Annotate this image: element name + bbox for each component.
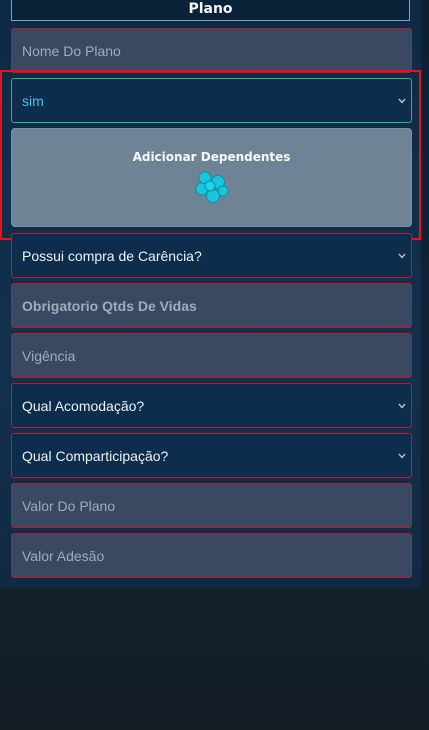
users-group-icon [194, 170, 230, 209]
plan-value-input[interactable]: Valor Do Plano [11, 483, 412, 528]
chevron-down-icon [397, 401, 407, 411]
accommodation-select[interactable]: Qual Acomodação? [11, 383, 412, 428]
membership-value-placeholder: Valor Adesão [22, 547, 105, 564]
dependents-select[interactable]: sim [11, 78, 412, 123]
validity-input[interactable]: Vigência [11, 333, 412, 378]
copay-select[interactable]: Qual Comparticipação? [11, 433, 412, 478]
grace-purchase-select[interactable]: Possui compra de Carência? [11, 233, 412, 278]
plan-name-input[interactable]: Nome Do Plano [11, 28, 412, 73]
plan-value-placeholder: Valor Do Plano [22, 497, 116, 514]
form-title: Plano [11, 0, 410, 21]
chevron-down-icon [397, 451, 407, 461]
grace-purchase-label: Possui compra de Carência? [22, 247, 202, 264]
plan-name-placeholder: Nome Do Plano [22, 42, 121, 59]
dependents-select-value: sim [22, 92, 44, 109]
chevron-down-icon [397, 251, 407, 261]
required-lives-input[interactable]: Obrigatorio Qtds De Vidas [11, 283, 412, 328]
add-dependents-button[interactable]: Adicionar Dependentes [11, 128, 412, 227]
add-dependents-label: Adicionar Dependentes [132, 150, 291, 164]
required-lives-placeholder: Obrigatorio Qtds De Vidas [22, 297, 197, 314]
validity-placeholder: Vigência [22, 347, 76, 364]
copay-label: Qual Comparticipação? [22, 447, 169, 464]
membership-value-input[interactable]: Valor Adesão [11, 533, 412, 578]
accommodation-label: Qual Acomodação? [22, 397, 145, 414]
chevron-down-icon [397, 96, 407, 106]
